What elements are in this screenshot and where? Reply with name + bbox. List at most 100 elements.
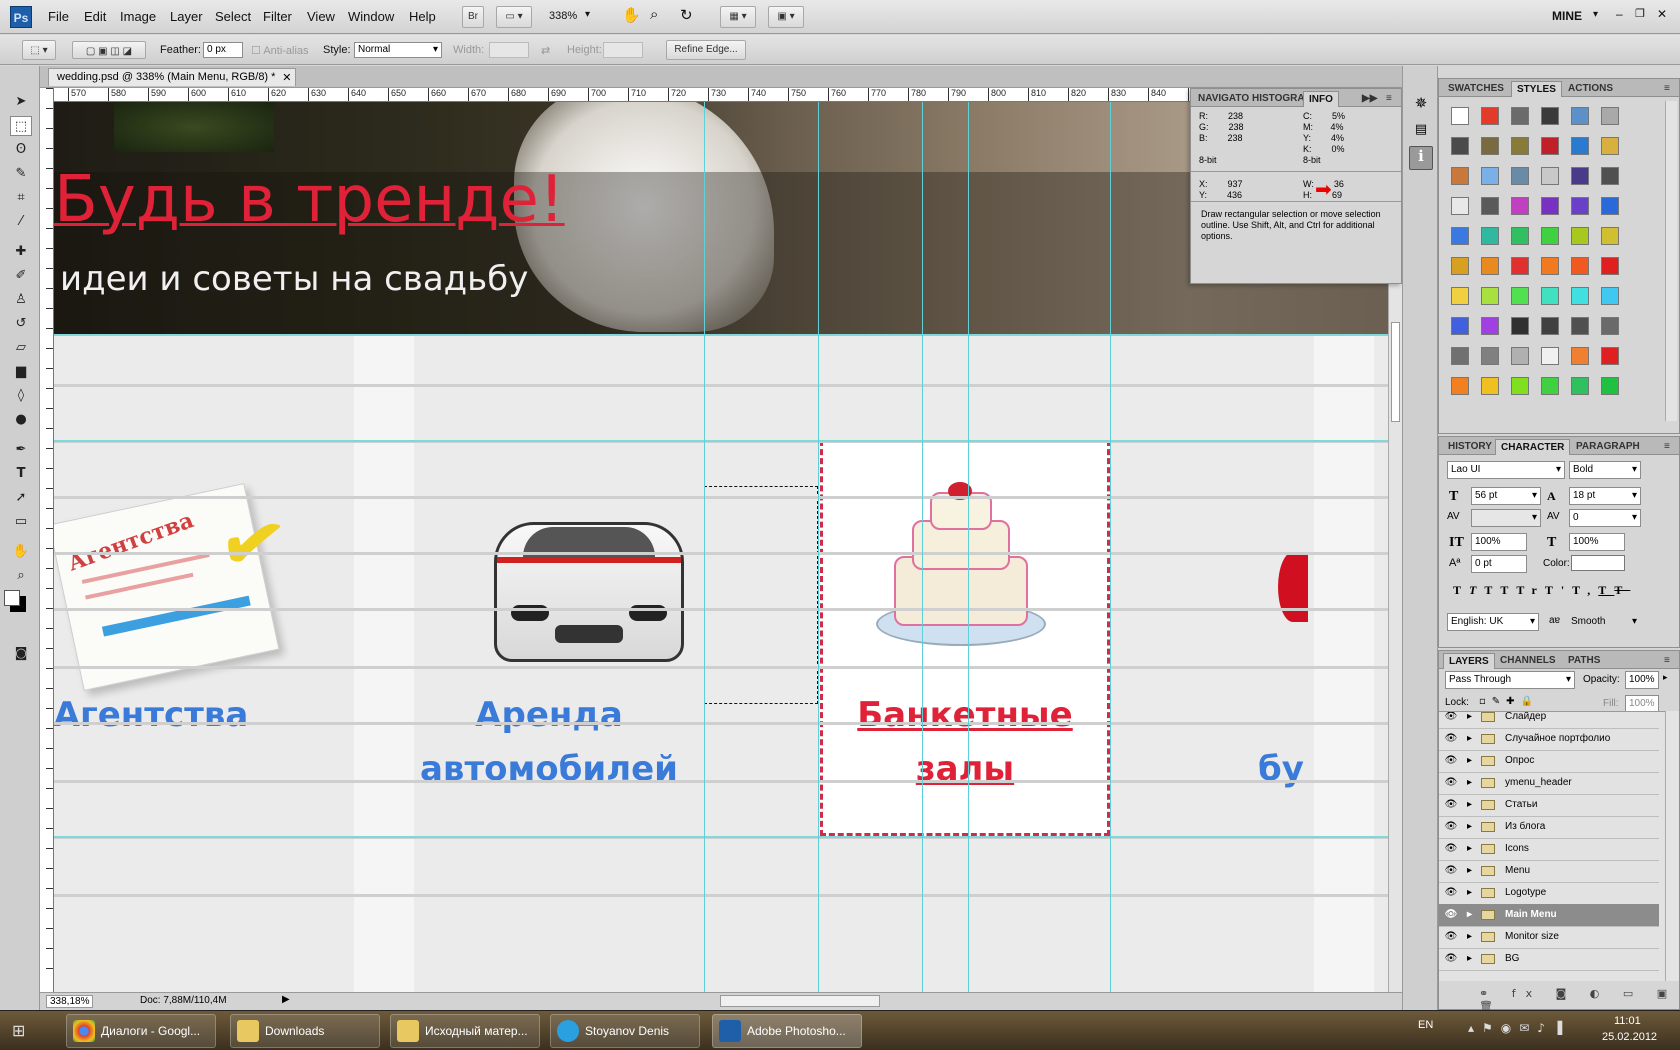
visibility-eye-icon[interactable]: 👁 [1444, 953, 1458, 965]
taskbar-item-chrome[interactable]: Диалоги - Googl... [66, 1014, 216, 1048]
style-swatch[interactable] [1511, 377, 1529, 395]
dodge-tool-icon[interactable]: ● [10, 410, 32, 430]
quick-selection-icon[interactable]: ✎ [10, 164, 32, 184]
panel-menu-icon[interactable]: ≡ [1659, 81, 1675, 97]
style-swatch[interactable] [1481, 197, 1499, 215]
style-swatch[interactable] [1541, 377, 1559, 395]
layer-row[interactable]: 👁 ▸ Icons [1439, 838, 1659, 861]
tab-character[interactable]: CHARACTER [1495, 439, 1571, 455]
layer-row[interactable]: 👁 ▸ Menu [1439, 860, 1659, 883]
move-tool-icon[interactable]: ➤ [10, 92, 32, 112]
expand-arrow-icon[interactable]: ▸ [1467, 728, 1472, 750]
font-size-input[interactable]: 56 pt ▾ [1471, 487, 1541, 505]
visibility-eye-icon[interactable]: 👁 [1444, 931, 1458, 943]
style-swatch[interactable] [1541, 137, 1559, 155]
expand-arrow-icon[interactable]: ▸ [1467, 860, 1472, 882]
style-swatch[interactable] [1511, 107, 1529, 125]
restore-icon[interactable]: ❐ [1635, 7, 1645, 20]
style-swatch[interactable] [1451, 317, 1469, 335]
eyedropper-icon[interactable]: ⁄ [10, 212, 32, 232]
layer-row[interactable]: 👁 ▸ Опрос [1439, 750, 1659, 773]
layer-row[interactable]: 👁 ▸ Слайдер [1439, 712, 1659, 729]
style-swatch[interactable] [1481, 107, 1499, 125]
opacity-arrow-icon[interactable]: ▸ [1663, 673, 1668, 683]
zoom-tool-icon[interactable]: ⌕ [650, 6, 658, 23]
taskbar-item-skype[interactable]: Stoyanov Denis [550, 1014, 700, 1048]
horizontal-scroll-thumb[interactable] [720, 995, 880, 1007]
tab-history[interactable]: HISTORY [1443, 439, 1497, 455]
bridge-button[interactable]: Br [462, 6, 484, 28]
marquee-selection[interactable] [704, 486, 818, 704]
tracking-input[interactable]: 0 ▾ [1569, 509, 1641, 527]
expand-arrow-icon[interactable]: ▸ [1467, 926, 1472, 948]
crop-tool-icon[interactable]: ⌗ [10, 188, 32, 208]
style-swatch[interactable] [1511, 167, 1529, 185]
expand-arrow-icon[interactable]: ▸ [1467, 712, 1472, 728]
document-canvas[interactable]: Будь в тренде! идеи и советы на свадьбу … [54, 102, 1388, 992]
style-swatch[interactable] [1601, 257, 1619, 275]
style-swatch[interactable] [1481, 257, 1499, 275]
style-swatch[interactable] [1571, 257, 1589, 275]
layer-row[interactable]: 👁 ▸ Статьи [1439, 794, 1659, 817]
start-icon[interactable]: ⊞ [12, 1021, 25, 1040]
style-swatch[interactable] [1571, 197, 1589, 215]
expand-arrow-icon[interactable]: ▸ [1467, 882, 1472, 904]
style-swatch[interactable] [1451, 137, 1469, 155]
status-menu-icon[interactable]: ▶ [282, 994, 290, 1005]
visibility-eye-icon[interactable]: 👁 [1444, 821, 1458, 833]
type-style-buttons[interactable]: TTTTTrT'T,TT [1453, 583, 1630, 598]
expand-arrow-icon[interactable]: ▸ [1467, 750, 1472, 772]
type-tool-icon[interactable]: T [10, 464, 32, 484]
style-swatch[interactable] [1571, 167, 1589, 185]
style-swatch[interactable] [1571, 137, 1589, 155]
style-select[interactable]: Normal ▾ [354, 42, 442, 58]
style-swatch[interactable] [1601, 107, 1619, 125]
status-zoom[interactable]: 338,18% [46, 995, 94, 1008]
blend-mode-select[interactable]: Pass Through ▾ [1445, 671, 1575, 689]
visibility-eye-icon[interactable]: 👁 [1444, 909, 1458, 921]
style-swatch[interactable] [1571, 107, 1589, 125]
taskbar-item-source[interactable]: Исходный матер... [390, 1014, 540, 1048]
scroll-thumb[interactable] [1391, 322, 1400, 422]
visibility-eye-icon[interactable]: 👁 [1444, 777, 1458, 789]
visibility-eye-icon[interactable]: 👁 [1444, 799, 1458, 811]
tab-styles[interactable]: STYLES [1511, 81, 1562, 97]
blur-tool-icon[interactable]: ◊ [10, 386, 32, 406]
menu-select[interactable]: Select [215, 9, 251, 24]
style-swatch[interactable] [1511, 257, 1529, 275]
tab-paragraph[interactable]: PARAGRAPH [1571, 439, 1645, 455]
marquee-tool-icon[interactable]: ⬚ [10, 116, 32, 136]
style-swatch[interactable] [1451, 287, 1469, 305]
tray-icons[interactable]: ▴⚑◉✉♪▐ [1468, 1021, 1570, 1035]
panel-menu-icon[interactable]: ≡ [1659, 439, 1675, 455]
style-swatch[interactable] [1451, 197, 1469, 215]
style-swatch[interactable] [1511, 197, 1529, 215]
arrange-documents-button[interactable]: ▦ ▾ [720, 6, 756, 28]
style-swatch[interactable] [1451, 107, 1469, 125]
visibility-eye-icon[interactable]: 👁 [1444, 843, 1458, 855]
panel-collapse-icon[interactable]: ▶▶ [1357, 91, 1382, 107]
tab-actions[interactable]: ACTIONS [1563, 81, 1618, 97]
hand-tool-panel-icon[interactable]: ✋ [10, 542, 32, 562]
style-swatch[interactable] [1481, 167, 1499, 185]
visibility-eye-icon[interactable]: 👁 [1444, 755, 1458, 767]
language-select[interactable]: English: UK ▾ [1447, 613, 1539, 631]
tab-navigator[interactable]: NAVIGATO [1193, 91, 1254, 107]
horizontal-scale-input[interactable]: 100% [1569, 533, 1625, 551]
style-swatch[interactable] [1571, 347, 1589, 365]
visibility-eye-icon[interactable]: 👁 [1444, 887, 1458, 899]
style-swatch[interactable] [1451, 257, 1469, 275]
menu-view[interactable]: View [307, 9, 335, 24]
layer-row[interactable]: 👁 ▸ Случайное портфолио [1439, 728, 1659, 751]
navigator-icon[interactable]: ✵ [1411, 94, 1431, 114]
panel-menu-icon[interactable]: ≡ [1381, 91, 1397, 107]
selection-mode-icons[interactable]: ▢ ▣ ◫ ◪ [72, 41, 146, 59]
style-swatch[interactable] [1601, 137, 1619, 155]
font-style-select[interactable]: Bold ▾ [1569, 461, 1641, 479]
taskbar-item-photoshop[interactable]: Adobe Photosho... [712, 1014, 862, 1048]
menu-file[interactable]: File [48, 9, 69, 24]
lock-icons[interactable]: ▫✎✚🔒 [1479, 696, 1539, 707]
expand-arrow-icon[interactable]: ▸ [1467, 948, 1472, 970]
layer-row[interactable]: 👁 ▸ Из блога [1439, 816, 1659, 839]
style-swatch[interactable] [1481, 227, 1499, 245]
